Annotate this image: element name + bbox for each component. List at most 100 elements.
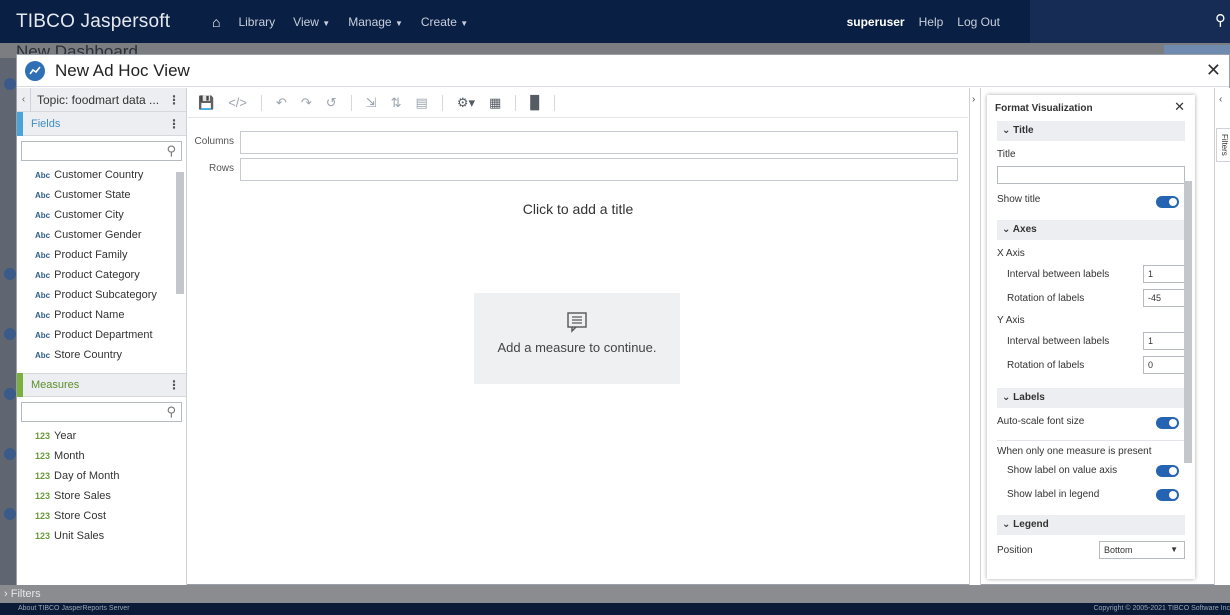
field-item[interactable]: Abc Customer State <box>17 185 186 205</box>
title-input[interactable] <box>997 166 1185 184</box>
undo-icon[interactable]: ↶ <box>276 95 287 111</box>
field-item[interactable]: Abc Product Name <box>17 305 186 325</box>
current-user: superuser <box>846 14 905 29</box>
chevron-down-icon: ▼ <box>322 18 331 28</box>
toolbar-divider <box>441 94 443 111</box>
options-gear-icon[interactable]: ⚙▾ <box>457 95 475 111</box>
text-type-icon: Abc <box>35 351 51 360</box>
measure-item[interactable]: 123 Day of Month <box>17 466 186 486</box>
nav-right-group: superuser Help Log Out ⚲ <box>847 0 1230 43</box>
nav-library[interactable]: Library <box>238 15 275 29</box>
code-view-icon[interactable]: </> <box>228 95 247 110</box>
field-item[interactable]: Abc Customer City <box>17 205 186 225</box>
redo-icon[interactable]: ↷ <box>301 95 312 111</box>
field-item[interactable]: Abc Product Category <box>17 265 186 285</box>
background-dot <box>4 388 16 400</box>
y-rotation-input[interactable]: 0 <box>1143 356 1185 374</box>
scrollbar-thumb[interactable] <box>1184 181 1192 463</box>
canvas-title[interactable]: Click to add a title <box>188 201 968 217</box>
format-panel-title: Format Visualization <box>995 102 1093 114</box>
sort-icon[interactable]: ⇅ <box>391 95 402 111</box>
title-section-header[interactable]: ⌄ Title <box>997 121 1185 141</box>
columns-drop-zone[interactable] <box>240 131 958 154</box>
legend-position-select[interactable]: Bottom ▼ <box>1099 541 1185 559</box>
dialog-title: New Ad Hoc View <box>55 60 190 80</box>
measure-item[interactable]: 123 Month <box>17 446 186 466</box>
chart-type-icon[interactable]: ▉ <box>530 95 540 111</box>
close-icon[interactable]: ✕ <box>1174 99 1185 115</box>
numeric-type-icon: 123 <box>35 431 51 441</box>
logout-link[interactable]: Log Out <box>957 15 1000 29</box>
fields-menu-icon[interactable]: ⋮ <box>168 117 180 131</box>
background-dot <box>4 448 16 460</box>
show-title-label: Show title <box>997 194 1041 205</box>
fields-search-input[interactable]: ⚲ <box>21 141 182 161</box>
save-icon[interactable]: 💾 <box>198 95 214 111</box>
chevron-down-icon: ▼ <box>460 18 469 28</box>
footer-copyright: Copyright © 2005-2021 TIBCO Software Inc <box>1093 605 1230 612</box>
nav-create-menu[interactable]: Create ▼ <box>421 15 468 29</box>
measures-search-input[interactable]: ⚲ <box>21 402 182 422</box>
measure-item[interactable]: 123 Unit Sales <box>17 526 186 546</box>
nav-view-menu[interactable]: View ▼ <box>293 15 330 29</box>
help-link[interactable]: Help <box>919 15 944 29</box>
y-interval-input[interactable]: 1 <box>1143 332 1185 350</box>
topic-menu-icon[interactable]: ⋮ <box>168 93 180 107</box>
search-icon[interactable]: ⚲ <box>1215 11 1226 29</box>
auto-scale-toggle[interactable] <box>1156 417 1179 429</box>
format-collapse-strip[interactable]: › <box>969 88 981 585</box>
text-type-icon: Abc <box>35 251 51 260</box>
scrollbar-thumb[interactable] <box>176 172 184 294</box>
field-item[interactable]: Abc Customer Gender <box>17 225 186 245</box>
background-filters-bar[interactable]: › Filters <box>0 585 1230 603</box>
numeric-type-icon: 123 <box>35 491 51 501</box>
chevron-right-icon[interactable]: › <box>972 94 975 105</box>
field-item[interactable]: Abc Store Country <box>17 345 186 365</box>
collapse-panel-icon[interactable]: ‹ <box>17 87 31 112</box>
chevron-down-icon: ▼ <box>1170 545 1178 554</box>
toolbar-divider <box>260 94 262 111</box>
rows-drop-zone[interactable] <box>240 158 958 181</box>
x-rotation-input[interactable]: -45 <box>1143 289 1185 307</box>
legend-section-header[interactable]: ⌄ Legend <box>997 515 1185 535</box>
value-axis-label-toggle[interactable] <box>1156 465 1179 477</box>
fields-section-header[interactable]: Fields ⋮ <box>17 111 186 136</box>
labels-section-header[interactable]: ⌄ Labels <box>997 388 1185 408</box>
measures-section-header[interactable]: Measures ⋮ <box>17 373 186 397</box>
chevron-left-icon[interactable]: ‹ <box>1219 94 1222 105</box>
nav-manage-menu[interactable]: Manage ▼ <box>348 15 403 29</box>
footer-about-link[interactable]: About TIBCO JasperReports Server <box>18 603 130 615</box>
field-item[interactable]: Abc Product Department <box>17 325 186 345</box>
legend-label-toggle[interactable] <box>1156 489 1179 501</box>
field-item[interactable]: Abc Product Subcategory <box>17 285 186 305</box>
search-icon[interactable]: ⚲ <box>166 404 176 420</box>
text-type-icon: Abc <box>35 271 51 280</box>
measure-item[interactable]: 123 Store Sales <box>17 486 186 506</box>
show-title-row: Show title <box>997 194 1185 210</box>
global-search-input[interactable]: ⚲ <box>1030 0 1230 43</box>
search-icon[interactable]: ⚲ <box>166 143 176 159</box>
x-interval-input[interactable]: 1 <box>1143 265 1185 283</box>
data-filter-icon[interactable]: ▦ <box>489 95 501 111</box>
auto-scale-label: Auto-scale font size <box>997 416 1085 427</box>
format-panel-scrollbar[interactable] <box>1184 175 1192 575</box>
measure-item[interactable]: 123 Store Cost <box>17 506 186 526</box>
measures-menu-icon[interactable]: ⋮ <box>168 378 180 392</box>
topic-label[interactable]: Topic: foodmart data ... <box>37 93 159 107</box>
field-item[interactable]: Abc Customer Country <box>17 165 186 185</box>
fields-scrollbar[interactable] <box>176 168 184 353</box>
filters-tab-label[interactable]: Filters <box>1216 128 1230 162</box>
show-title-toggle[interactable] <box>1156 196 1179 208</box>
measure-item[interactable]: 123 Year <box>17 426 186 446</box>
chevron-down-icon: ▼ <box>394 18 403 28</box>
axes-section-header[interactable]: ⌄ Axes <box>997 220 1185 240</box>
pivot-icon[interactable]: ⇲ <box>366 95 377 111</box>
close-icon[interactable]: ✕ <box>1206 60 1221 81</box>
text-type-icon: Abc <box>35 211 51 220</box>
input-controls-icon[interactable]: ▤ <box>416 95 428 111</box>
home-icon[interactable]: ⌂ <box>212 14 220 30</box>
field-item[interactable]: Abc Product Family <box>17 245 186 265</box>
background-dot <box>4 508 16 520</box>
undo-all-icon[interactable]: ↺ <box>326 95 337 111</box>
jaspersoft-logo[interactable]: TIBCO Jaspersoft <box>16 11 206 33</box>
